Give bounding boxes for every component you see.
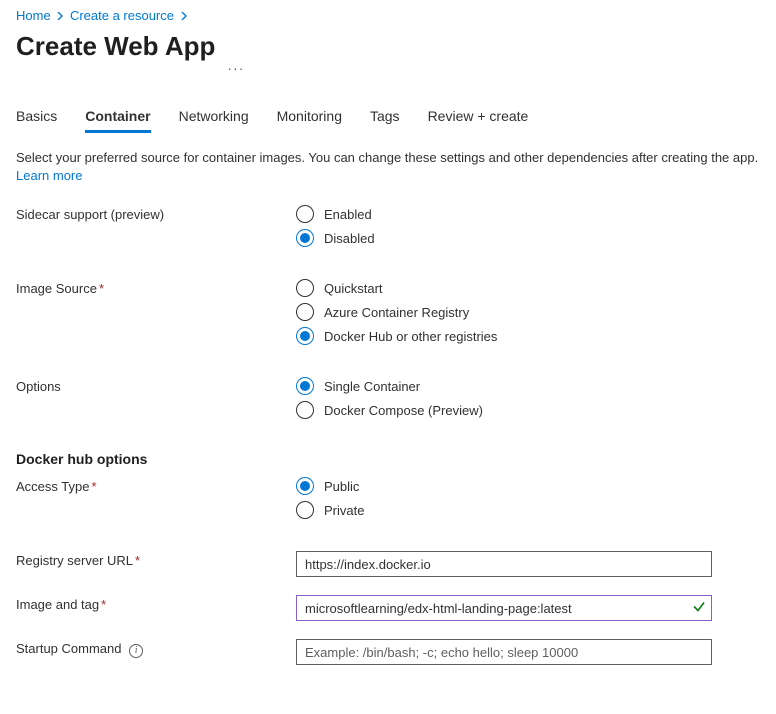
breadcrumb: Home Create a resource <box>16 0 760 27</box>
image-tag-label: Image and tag <box>16 597 99 612</box>
required-asterisk: * <box>135 553 140 568</box>
chevron-right-icon <box>180 8 188 23</box>
radio-icon <box>296 501 314 519</box>
info-icon[interactable]: i <box>129 644 143 658</box>
registry-url-input[interactable] <box>296 551 712 577</box>
radio-icon <box>296 401 314 419</box>
tab-review-create[interactable]: Review + create <box>428 102 529 133</box>
page-title: Create Web App <box>16 31 215 62</box>
image-source-acr-radio[interactable]: Azure Container Registry <box>296 303 760 321</box>
image-source-dockerhub-radio[interactable]: Docker Hub or other registries <box>296 327 760 345</box>
radio-label: Private <box>324 503 364 518</box>
more-actions-button[interactable]: ··· <box>227 54 244 76</box>
radio-icon <box>296 205 314 223</box>
radio-label: Disabled <box>324 231 375 246</box>
learn-more-link[interactable]: Learn more <box>16 168 82 183</box>
tab-container[interactable]: Container <box>85 102 150 133</box>
image-source-label: Image Source <box>16 281 97 296</box>
options-label: Options <box>16 377 296 394</box>
radio-icon <box>296 279 314 297</box>
radio-label: Public <box>324 479 359 494</box>
intro-text-body: Select your preferred source for contain… <box>16 150 758 165</box>
radio-icon <box>296 327 314 345</box>
registry-url-label: Registry server URL <box>16 553 133 568</box>
radio-icon <box>296 477 314 495</box>
sidecar-enabled-radio[interactable]: Enabled <box>296 205 760 223</box>
startup-command-label: Startup Command <box>16 641 122 656</box>
access-type-private-radio[interactable]: Private <box>296 501 760 519</box>
radio-label: Azure Container Registry <box>324 305 469 320</box>
radio-label: Single Container <box>324 379 420 394</box>
radio-label: Quickstart <box>324 281 383 296</box>
tabs: Basics Container Networking Monitoring T… <box>16 102 760 133</box>
tab-basics[interactable]: Basics <box>16 102 57 133</box>
tab-monitoring[interactable]: Monitoring <box>277 102 342 133</box>
required-asterisk: * <box>101 597 106 612</box>
required-asterisk: * <box>91 479 96 494</box>
tab-tags[interactable]: Tags <box>370 102 400 133</box>
startup-command-input[interactable] <box>296 639 712 665</box>
docker-hub-heading: Docker hub options <box>16 451 760 467</box>
image-source-quickstart-radio[interactable]: Quickstart <box>296 279 760 297</box>
radio-icon <box>296 303 314 321</box>
breadcrumb-home[interactable]: Home <box>16 8 51 23</box>
access-type-label: Access Type <box>16 479 89 494</box>
radio-icon <box>296 377 314 395</box>
breadcrumb-create-resource[interactable]: Create a resource <box>70 8 174 23</box>
tab-networking[interactable]: Networking <box>179 102 249 133</box>
required-asterisk: * <box>99 281 104 296</box>
chevron-right-icon <box>56 8 64 23</box>
sidecar-disabled-radio[interactable]: Disabled <box>296 229 760 247</box>
radio-label: Docker Hub or other registries <box>324 329 497 344</box>
options-docker-compose-radio[interactable]: Docker Compose (Preview) <box>296 401 760 419</box>
radio-label: Docker Compose (Preview) <box>324 403 483 418</box>
radio-icon <box>296 229 314 247</box>
radio-label: Enabled <box>324 207 372 222</box>
access-type-public-radio[interactable]: Public <box>296 477 760 495</box>
intro-text: Select your preferred source for contain… <box>16 149 760 185</box>
image-tag-input[interactable] <box>296 595 712 621</box>
options-single-container-radio[interactable]: Single Container <box>296 377 760 395</box>
sidecar-label: Sidecar support (preview) <box>16 205 296 222</box>
